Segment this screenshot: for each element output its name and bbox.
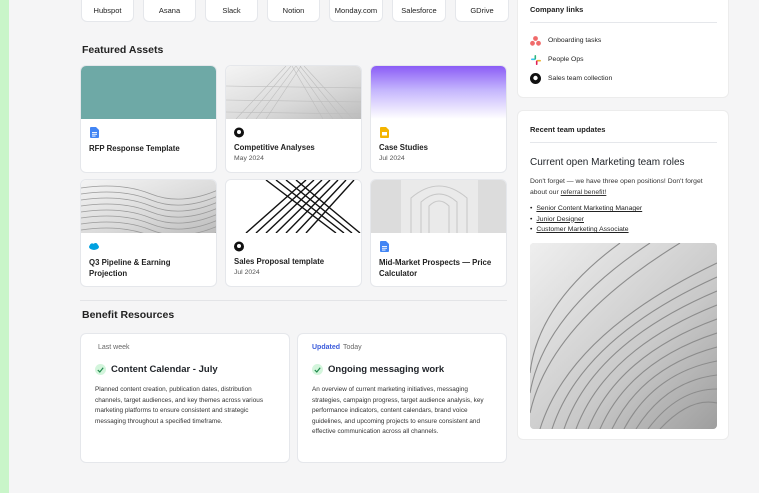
asset-date: Jul 2024 xyxy=(234,269,260,276)
benefit-title: Ongoing messaging work xyxy=(328,364,445,375)
app-tile-notion[interactable]: Notion xyxy=(267,0,320,22)
apps-row: Hubspot Asana Slack Notion Monday.com Sa… xyxy=(81,0,509,22)
company-link-onboarding[interactable]: Onboarding tasks xyxy=(530,35,601,46)
benefit-description: An overview of current marketing initiat… xyxy=(312,386,484,435)
app-tile-monday[interactable]: Monday.com xyxy=(329,0,383,22)
asset-thumbnail xyxy=(81,180,216,233)
app-tile-salesforce[interactable]: Salesforce xyxy=(392,0,446,22)
company-link-people-ops[interactable]: People Ops xyxy=(530,54,584,65)
role-item[interactable]: Senior Content Marketing Manager xyxy=(530,204,642,215)
link-label: Onboarding tasks xyxy=(548,37,602,44)
app-tile-gdrive[interactable]: GDrive xyxy=(455,0,509,22)
app-label: GDrive xyxy=(470,6,494,15)
asset-title: Q3 Pipeline & Earning Projection xyxy=(89,258,171,278)
asset-card-q3-pipeline[interactable]: Q3 Pipeline & Earning Projection xyxy=(80,179,217,287)
google-docs-icon xyxy=(379,241,389,252)
featured-assets-grid: RFP Response Template Competitive Analys… xyxy=(80,65,507,287)
architecture-image xyxy=(530,243,717,429)
google-docs-icon xyxy=(89,127,99,138)
asset-date: Jul 2024 xyxy=(379,155,405,162)
asset-thumbnail xyxy=(226,66,361,119)
company-links-title: Company links xyxy=(530,5,584,14)
section-divider xyxy=(80,300,507,301)
slack-icon xyxy=(530,54,541,65)
card-divider xyxy=(530,22,717,23)
role-item[interactable]: Customer Marketing Associate xyxy=(530,225,642,236)
asset-title: Mid-Market Prospects — Price Calculator xyxy=(379,258,492,278)
app-label: Hubspot xyxy=(93,6,122,15)
google-slides-icon xyxy=(379,127,389,138)
check-icon xyxy=(312,364,323,375)
asset-title: RFP Response Template xyxy=(89,144,180,153)
asset-title: Case Studies xyxy=(379,143,428,152)
benefit-resources-title: Benefit Resources xyxy=(82,309,175,321)
link-label: Sales team collection xyxy=(548,75,613,82)
asset-card-competitive[interactable]: Competitive Analyses May 2024 xyxy=(225,65,362,173)
company-link-sales-collection[interactable]: Sales team collection xyxy=(530,73,612,84)
team-updates-title: Recent team updates xyxy=(530,125,606,134)
benefit-date: Today xyxy=(343,344,362,351)
company-links-card: Company links Onboarding tasks People Op… xyxy=(517,0,729,98)
asset-title: Sales Proposal template xyxy=(234,257,325,266)
team-updates-card: Recent team updates Current open Marketi… xyxy=(517,110,729,440)
app-label: Asana xyxy=(158,6,181,15)
app-tile-slack[interactable]: Slack xyxy=(205,0,258,22)
featured-assets-title: Featured Assets xyxy=(82,44,164,56)
check-icon xyxy=(95,364,106,375)
roles-description: Don't forget — we have three open positi… xyxy=(530,177,720,198)
app-label: Monday.com xyxy=(334,6,378,15)
updated-label: Updated xyxy=(312,344,340,351)
asset-card-sales-proposal[interactable]: Sales Proposal template Jul 2024 xyxy=(225,179,362,287)
benefit-header: Content Calendar - July xyxy=(95,364,275,375)
benefit-description: Planned content creation, publication da… xyxy=(95,386,264,425)
role-item[interactable]: Junior Designer xyxy=(530,215,642,226)
referral-benefit-link[interactable]: referral benefit! xyxy=(561,189,607,196)
salesforce-icon xyxy=(89,241,99,252)
left-rail xyxy=(0,0,9,493)
benefit-card-content-calendar[interactable]: Last week Content Calendar - July Planne… xyxy=(80,333,290,463)
benefit-card-messaging[interactable]: Updated Today Ongoing messaging work An o… xyxy=(297,333,507,463)
asset-card-case-studies[interactable]: Case Studies Jul 2024 xyxy=(370,65,507,173)
asset-card-mid-market[interactable]: Mid-Market Prospects — Price Calculator xyxy=(370,179,507,287)
benefit-header: Ongoing messaging work xyxy=(312,364,492,375)
asset-thumbnail xyxy=(371,66,506,119)
app-label: Notion xyxy=(282,6,305,15)
github-icon xyxy=(234,127,244,138)
github-icon xyxy=(234,241,244,252)
app-tile-hubspot[interactable]: Hubspot xyxy=(81,0,134,22)
github-icon xyxy=(530,73,541,84)
roles-text: Don't forget — we have three open positi… xyxy=(530,178,703,196)
role-link[interactable]: Junior Designer xyxy=(536,216,584,223)
app-label: Slack xyxy=(222,6,241,15)
role-link[interactable]: Senior Content Marketing Manager xyxy=(536,205,642,212)
benefit-meta: Last week xyxy=(95,344,275,351)
app-tile-asana[interactable]: Asana xyxy=(143,0,196,22)
asana-icon xyxy=(530,35,541,46)
benefit-meta: Updated Today xyxy=(312,344,492,351)
roles-headline: Current open Marketing team roles xyxy=(530,157,685,168)
benefit-title: Content Calendar - July xyxy=(111,364,218,375)
asset-thumbnail xyxy=(81,66,216,119)
app-label: Salesforce xyxy=(401,6,437,15)
asset-thumbnail xyxy=(371,180,506,233)
card-divider xyxy=(530,142,717,143)
asset-title: Competitive Analyses xyxy=(234,143,315,152)
asset-card-rfp[interactable]: RFP Response Template xyxy=(80,65,217,173)
link-label: People Ops xyxy=(548,56,584,63)
open-roles-list: Senior Content Marketing Manager Junior … xyxy=(530,204,642,236)
asset-date: May 2024 xyxy=(234,155,264,162)
benefit-date: Last week xyxy=(98,344,130,351)
asset-thumbnail xyxy=(226,180,361,233)
role-link[interactable]: Customer Marketing Associate xyxy=(536,226,628,233)
